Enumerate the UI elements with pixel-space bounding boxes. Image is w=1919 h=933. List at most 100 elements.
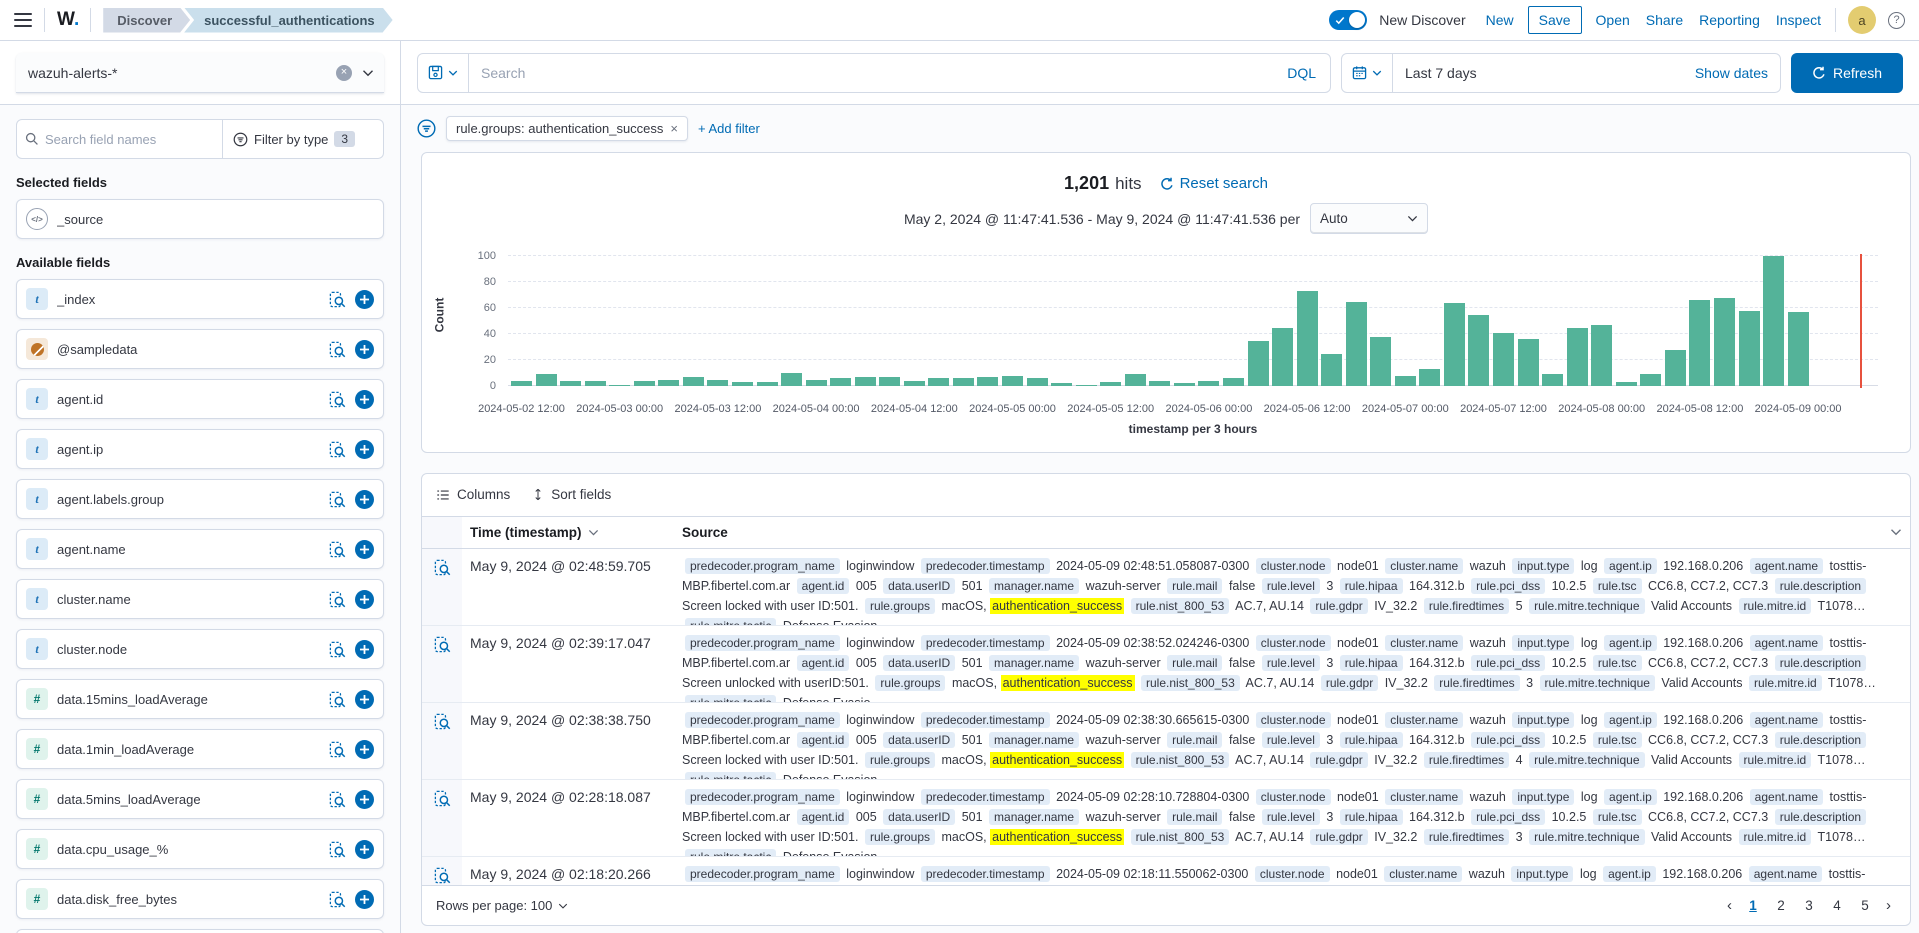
histogram-bar[interactable]	[1370, 337, 1391, 386]
page-5-button[interactable]: 5	[1853, 894, 1877, 918]
time-range-value[interactable]: Last 7 days	[1393, 65, 1695, 81]
visualize-field-icon[interactable]	[329, 541, 346, 558]
histogram-bar[interactable]	[658, 380, 679, 387]
histogram-bar[interactable]	[1100, 382, 1121, 386]
histogram-bar[interactable]	[1223, 378, 1244, 386]
histogram-bar[interactable]	[1518, 339, 1539, 386]
visualize-field-icon[interactable]	[329, 841, 346, 858]
table-row[interactable]: May 9, 2024 @ 02:38:38.750predecoder.pro…	[422, 703, 1910, 780]
sort-fields-button[interactable]: Sort fields	[532, 487, 611, 502]
field-item-data.15mins_loadAverage[interactable]: #data.15mins_loadAverage	[16, 679, 384, 719]
filter-chip[interactable]: rule.groups: authentication_success ×	[446, 116, 688, 141]
add-field-icon[interactable]	[355, 540, 374, 559]
histogram-bar[interactable]	[1591, 325, 1612, 386]
previous-page-button[interactable]: ‹	[1722, 897, 1737, 914]
histogram-bar[interactable]	[1002, 376, 1023, 386]
histogram-bar[interactable]	[781, 373, 802, 386]
field-item-agent.labels.group[interactable]: tagent.labels.group	[16, 479, 384, 519]
histogram-bar[interactable]	[953, 378, 974, 386]
page-1-button[interactable]: 1	[1741, 894, 1765, 918]
expand-document-icon[interactable]	[434, 867, 451, 886]
add-field-icon[interactable]	[355, 740, 374, 759]
table-row[interactable]: May 9, 2024 @ 02:28:18.087predecoder.pro…	[422, 780, 1910, 857]
histogram-bar[interactable]	[585, 381, 606, 386]
field-item-_index[interactable]: t_index	[16, 279, 384, 319]
field-item-@sampledata[interactable]: @sampledata	[16, 329, 384, 369]
time-column-header[interactable]: Time (timestamp)	[462, 525, 674, 540]
histogram-bar[interactable]	[1125, 374, 1146, 386]
visualize-field-icon[interactable]	[329, 491, 346, 508]
add-field-icon[interactable]	[355, 640, 374, 659]
histogram-bar[interactable]	[1493, 333, 1514, 386]
visualize-field-icon[interactable]	[329, 341, 346, 358]
add-filter-button[interactable]: + Add filter	[698, 121, 760, 136]
add-field-icon[interactable]	[355, 590, 374, 609]
histogram-bar[interactable]	[1689, 300, 1710, 386]
histogram-bar[interactable]	[1419, 369, 1440, 386]
histogram-bar[interactable]	[1567, 328, 1588, 387]
field-item-cluster.name[interactable]: tcluster.name	[16, 579, 384, 619]
field-item-agent.id[interactable]: tagent.id	[16, 379, 384, 419]
field-item-agent.name[interactable]: tagent.name	[16, 529, 384, 569]
histogram-bar[interactable]	[977, 377, 998, 386]
new-discover-toggle[interactable]	[1329, 10, 1367, 30]
table-row[interactable]: May 9, 2024 @ 02:48:59.705predecoder.pro…	[422, 549, 1910, 626]
field-item-agent.ip[interactable]: tagent.ip	[16, 429, 384, 469]
histogram-bar[interactable]	[1665, 350, 1686, 386]
add-field-icon[interactable]	[355, 690, 374, 709]
saved-query-menu[interactable]	[418, 54, 469, 92]
expand-document-icon[interactable]	[434, 790, 451, 856]
histogram-bar[interactable]	[560, 381, 581, 386]
visualize-field-icon[interactable]	[329, 391, 346, 408]
histogram-bar[interactable]	[1444, 303, 1465, 386]
visualize-field-icon[interactable]	[329, 641, 346, 658]
filters-menu-icon[interactable]	[417, 119, 436, 138]
calendar-menu[interactable]	[1342, 54, 1393, 92]
field-search[interactable]	[16, 119, 223, 159]
open-button[interactable]: Open	[1594, 7, 1632, 33]
page-3-button[interactable]: 3	[1797, 894, 1821, 918]
histogram-bar[interactable]	[1714, 298, 1735, 386]
expand-document-icon[interactable]	[434, 636, 451, 702]
save-button[interactable]: Save	[1528, 6, 1582, 34]
query-language-button[interactable]: DQL	[1273, 65, 1330, 81]
source-column-header[interactable]: Source	[674, 525, 1910, 540]
histogram-bar[interactable]	[1542, 374, 1563, 386]
reporting-button[interactable]: Reporting	[1697, 7, 1762, 33]
wazuh-logo[interactable]: W.	[57, 9, 78, 31]
page-4-button[interactable]: 4	[1825, 894, 1849, 918]
histogram-bar[interactable]	[904, 381, 925, 386]
add-field-icon[interactable]	[355, 440, 374, 459]
histogram-bar[interactable]	[1198, 381, 1219, 386]
add-field-icon[interactable]	[355, 890, 374, 909]
add-field-icon[interactable]	[355, 290, 374, 309]
visualize-field-icon[interactable]	[329, 891, 346, 908]
histogram-bar[interactable]	[683, 377, 704, 386]
filter-by-type-button[interactable]: Filter by type 3	[223, 119, 384, 159]
histogram-bar[interactable]	[1248, 341, 1269, 387]
visualize-field-icon[interactable]	[329, 591, 346, 608]
histogram-bar[interactable]	[609, 385, 630, 387]
next-page-button[interactable]: ›	[1881, 897, 1896, 914]
table-row[interactable]: May 9, 2024 @ 02:39:17.047predecoder.pro…	[422, 626, 1910, 703]
histogram-bar[interactable]	[830, 378, 851, 386]
reset-search-button[interactable]: Reset search	[1160, 175, 1268, 192]
field-item-data.cpu_usage_%[interactable]: #data.cpu_usage_%	[16, 829, 384, 869]
clear-index-icon[interactable]: ×	[336, 65, 352, 81]
histogram-bar[interactable]	[806, 380, 827, 387]
histogram-chart[interactable]: Count 020406080100 timestamp per 3 hours…	[438, 246, 1894, 451]
histogram-bar[interactable]	[1616, 382, 1637, 386]
add-field-icon[interactable]	[355, 840, 374, 859]
add-field-icon[interactable]	[355, 340, 374, 359]
show-dates-button[interactable]: Show dates	[1695, 65, 1780, 81]
histogram-bar[interactable]	[1763, 256, 1784, 386]
rows-per-page-select[interactable]: Rows per page: 100	[436, 898, 568, 913]
histogram-bar[interactable]	[1395, 376, 1416, 386]
remove-filter-icon[interactable]: ×	[670, 121, 678, 136]
histogram-bar[interactable]	[879, 377, 900, 386]
histogram-bar[interactable]	[1174, 383, 1195, 386]
histogram-bar[interactable]	[1297, 291, 1318, 386]
avatar[interactable]: a	[1848, 6, 1876, 34]
histogram-bar[interactable]	[1321, 354, 1342, 387]
histogram-bar[interactable]	[536, 374, 557, 386]
